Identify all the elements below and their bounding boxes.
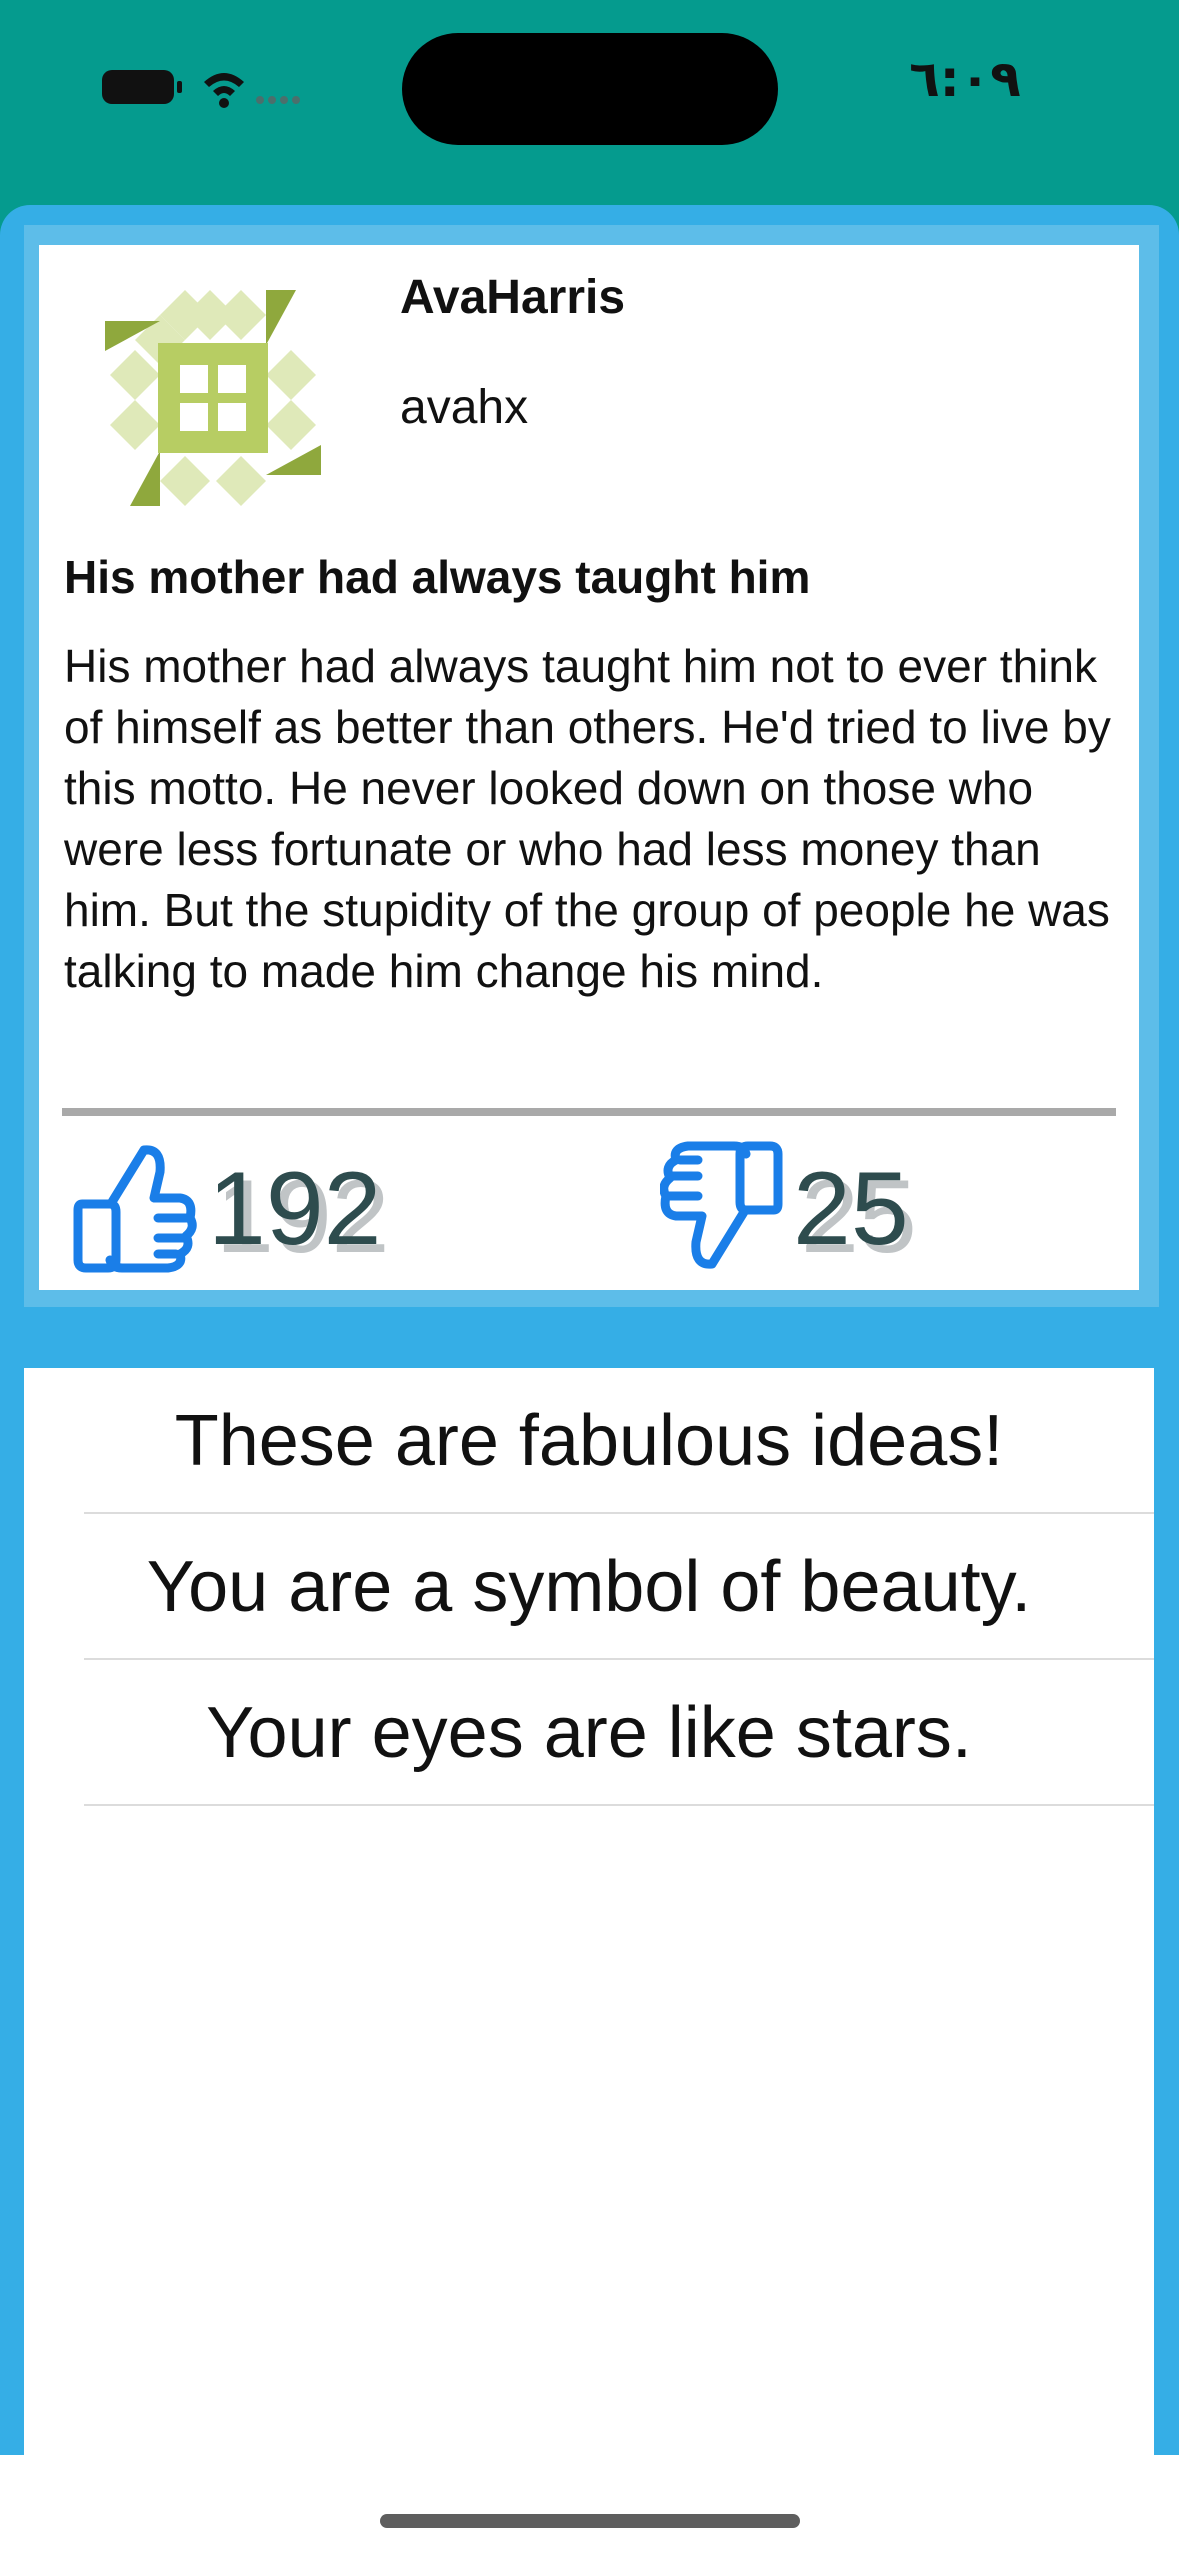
screen: ٦:٠٩ AvaHarris avahx His mother had alwa… <box>0 0 1179 2556</box>
avatar[interactable] <box>100 285 326 511</box>
comment-text: Your eyes are like stars. <box>206 1693 972 1773</box>
dislike-button[interactable] <box>660 1140 786 1274</box>
row-separator <box>84 1804 1154 1806</box>
list-item[interactable]: Your eyes are like stars. <box>24 1660 1154 1806</box>
like-button[interactable] <box>72 1140 198 1274</box>
list-item[interactable]: You are a symbol of beauty. <box>24 1514 1154 1660</box>
post-title: His mother had always taught him <box>64 551 811 603</box>
post-body: His mother had always taught him not to … <box>64 640 1111 997</box>
comments-list: These are fabulous ideas! You are a symb… <box>24 1368 1154 2455</box>
status-bar: ٦:٠٩ <box>0 0 1179 240</box>
dynamic-island <box>402 33 778 145</box>
dislike-count: 25 <box>793 1151 909 1267</box>
wifi-icon <box>204 73 244 108</box>
battery-icon <box>102 70 182 104</box>
home-indicator[interactable] <box>380 2514 800 2528</box>
list-item[interactable]: These are fabulous ideas! <box>24 1368 1154 1514</box>
thumbs-up-icon <box>73 1145 197 1273</box>
username: avahx <box>400 381 529 434</box>
cellular-signal-icon <box>256 96 300 104</box>
comment-text: These are fabulous ideas! <box>174 1401 1004 1481</box>
comment-text: You are a symbol of beauty. <box>146 1547 1032 1627</box>
display-name: AvaHarris <box>400 271 626 324</box>
thumbs-down-icon <box>660 1141 783 1269</box>
like-count: 192 <box>208 1151 382 1267</box>
divider <box>62 1108 1116 1116</box>
status-time: ٦:٠٩ <box>909 50 1021 108</box>
status-icons <box>102 70 300 108</box>
